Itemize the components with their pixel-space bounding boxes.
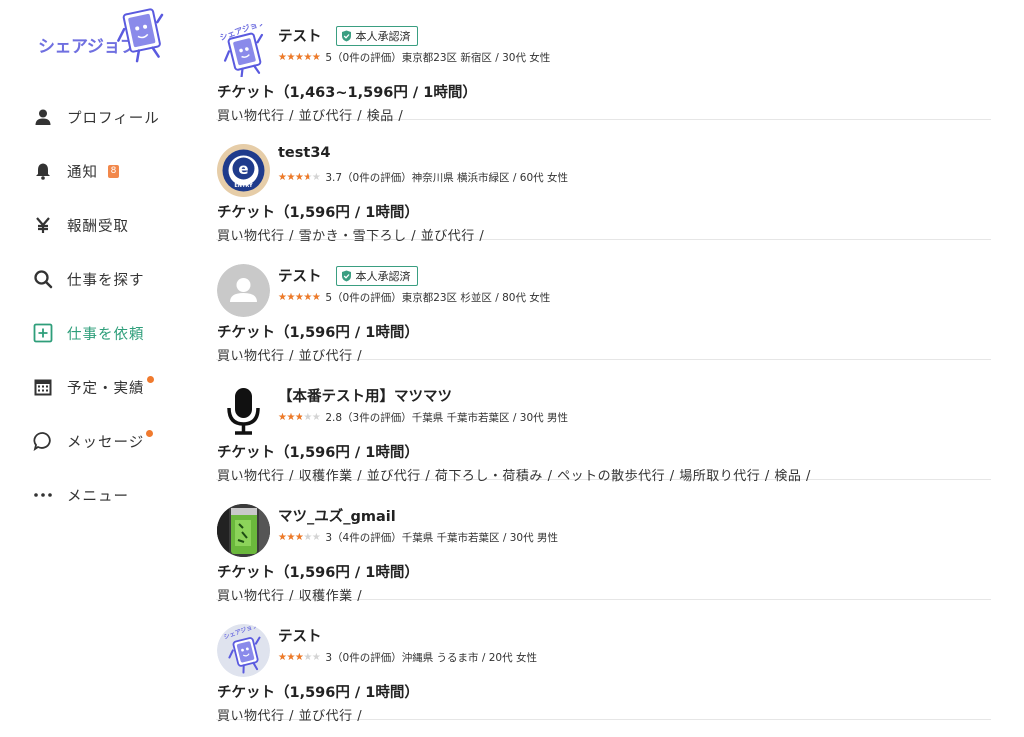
shield-check-icon: [341, 30, 351, 41]
ticket-price: チケット（1,596円 / 1時間）: [217, 565, 419, 581]
chat-bubble-icon: [32, 430, 54, 452]
worker-name: マツ_ユズ_gmail: [278, 509, 396, 525]
worker-card[interactable]: シェアジョブ テスト 本人承認済 ★★★★★ ★★★★★ 5 （0件の評価）東京都…: [216, 0, 991, 124]
rating-value: 3.7: [325, 171, 343, 184]
search-icon: [32, 268, 54, 290]
rating-stars: ★★★★★★★★★★: [278, 651, 321, 663]
ticket-price: チケット（1,596円 / 1時間）: [217, 205, 419, 221]
svg-text:e: e: [238, 160, 248, 178]
worker-card[interactable]: テスト 本人承認済 ★★★★★ ★★★★★ 5 （0件の評価）東京都23区 杉並区…: [216, 240, 991, 364]
svg-text:シェアジョブ: シェアジョブ: [38, 36, 137, 57]
worker-name: テスト: [278, 629, 322, 645]
brand-logo[interactable]: シェアジョブ: [36, 8, 166, 64]
nav-rewards[interactable]: 報酬受取: [32, 211, 129, 239]
rating-stars: ★★★★★★★★★★: [278, 291, 321, 303]
calendar-icon: [32, 376, 54, 398]
nav-notifications[interactable]: 通知 8: [32, 157, 119, 185]
plus-square-icon: [32, 322, 54, 344]
nav-label: プロフィール: [67, 110, 160, 127]
verified-label: 本人承認済: [355, 29, 411, 43]
rating-value: 3: [325, 531, 333, 544]
worker-card[interactable]: 【本番テスト用】マツマツ ★★★★★★★★★★ 2.8 （3件の評価）千葉県 千…: [216, 360, 991, 484]
worker-meta: （3件の評価）千葉県 千葉市若葉区 / 30代 男性: [342, 412, 568, 424]
default-avatar-icon: [217, 264, 270, 317]
avatar: e ENTRY: [217, 144, 270, 197]
nav-messages[interactable]: メッセージ: [32, 427, 154, 455]
ticket-price: チケット（1,596円 / 1時間）: [217, 445, 419, 461]
notification-count-badge: 8: [108, 164, 119, 178]
verified-badge: 本人承認済: [335, 25, 418, 46]
avatar: [217, 504, 270, 557]
rating-stars: ★★★★★★★★★★: [278, 531, 321, 543]
nav-find-jobs[interactable]: 仕事を探す: [32, 265, 145, 293]
rating-stars: ★★★★★★★★★★: [278, 171, 321, 183]
worker-name: 【本番テスト用】マツマツ: [278, 389, 452, 405]
worker-card[interactable]: マツ_ユズ_gmail ★★★★★★★★★★ 3 （4件の評価）千葉県 千葉市若…: [216, 480, 991, 604]
person-icon: [32, 106, 54, 128]
worker-meta: （4件の評価）千葉県 千葉市若葉区 / 30代 男性: [332, 532, 558, 544]
verified-badge: 本人承認済: [335, 265, 418, 286]
worker-meta: （0件の評価）沖縄県 うるま市 / 20代 女性: [332, 652, 537, 664]
nav-label: 仕事を依頼: [67, 326, 145, 343]
nav-profile[interactable]: プロフィール: [32, 103, 160, 131]
rating-value: 2.8: [325, 411, 343, 424]
microphone-icon: [227, 388, 260, 435]
more-dots-icon: [32, 484, 54, 506]
unread-dot: [146, 375, 154, 383]
nav-label: 通知: [67, 164, 98, 181]
avatar: [217, 384, 270, 437]
job-categories: 買い物代行 / 並び代行 /: [217, 709, 363, 724]
tea-can-photo: [217, 504, 270, 557]
verified-label: 本人承認済: [355, 269, 411, 283]
nav-label: 報酬受取: [67, 218, 129, 235]
ticket-price: チケット（1,596円 / 1時間）: [217, 325, 419, 341]
nav-label: 予定・実績: [67, 380, 145, 397]
rating-value: 5: [325, 291, 333, 304]
rating-stars: ★★★★★★★★★★: [278, 51, 321, 63]
yen-icon: [32, 214, 54, 236]
avatar: シェアジョブ: [217, 624, 270, 677]
nav-schedule[interactable]: 予定・実績: [32, 373, 154, 401]
worker-name: テスト: [278, 269, 322, 285]
worker-name: テスト: [278, 29, 322, 45]
nav-label: 仕事を探す: [67, 272, 145, 289]
worker-meta: （0件の評価）神奈川県 横浜市緑区 / 60代 女性: [342, 172, 568, 184]
svg-text:ENTRY: ENTRY: [234, 183, 253, 189]
avatar: [217, 264, 270, 317]
shield-check-icon: [341, 270, 351, 281]
ticket-price: チケット（1,463~1,596円 / 1時間）: [217, 85, 477, 101]
worker-name: test34: [278, 145, 331, 161]
worker-card[interactable]: e ENTRY test34 ★★★★★★★★★★ 3.7 （0件の評価）神奈川…: [216, 120, 991, 244]
unread-dot: [146, 429, 154, 437]
nav-request-job[interactable]: 仕事を依頼: [32, 319, 145, 347]
worker-card[interactable]: シェアジョブ テスト ★★★★★★★★★★ 3 （0件の評価）沖縄県 うるま市 …: [216, 600, 991, 724]
ticket-price: チケット（1,596円 / 1時間）: [217, 685, 419, 701]
rating-stars: ★★★★★★★★★★: [278, 411, 321, 423]
avatar: シェアジョブ: [217, 24, 270, 77]
sidebar: シェアジョブ プロフィール 通知 8 報酬受取 仕事を探す 仕事を依頼 予定・実…: [0, 0, 200, 737]
nav-menu[interactable]: メニュー: [32, 481, 129, 509]
worker-meta: （0件の評価）東京都23区 新宿区 / 30代 女性: [332, 52, 551, 64]
nav-label: メニュー: [67, 488, 129, 505]
nav-label: メッセージ: [67, 434, 145, 451]
rating-value: 5: [325, 51, 333, 64]
rating-value: 3: [325, 651, 333, 664]
bell-icon: [32, 160, 54, 182]
worker-meta: （0件の評価）東京都23区 杉並区 / 80代 女性: [332, 292, 551, 304]
